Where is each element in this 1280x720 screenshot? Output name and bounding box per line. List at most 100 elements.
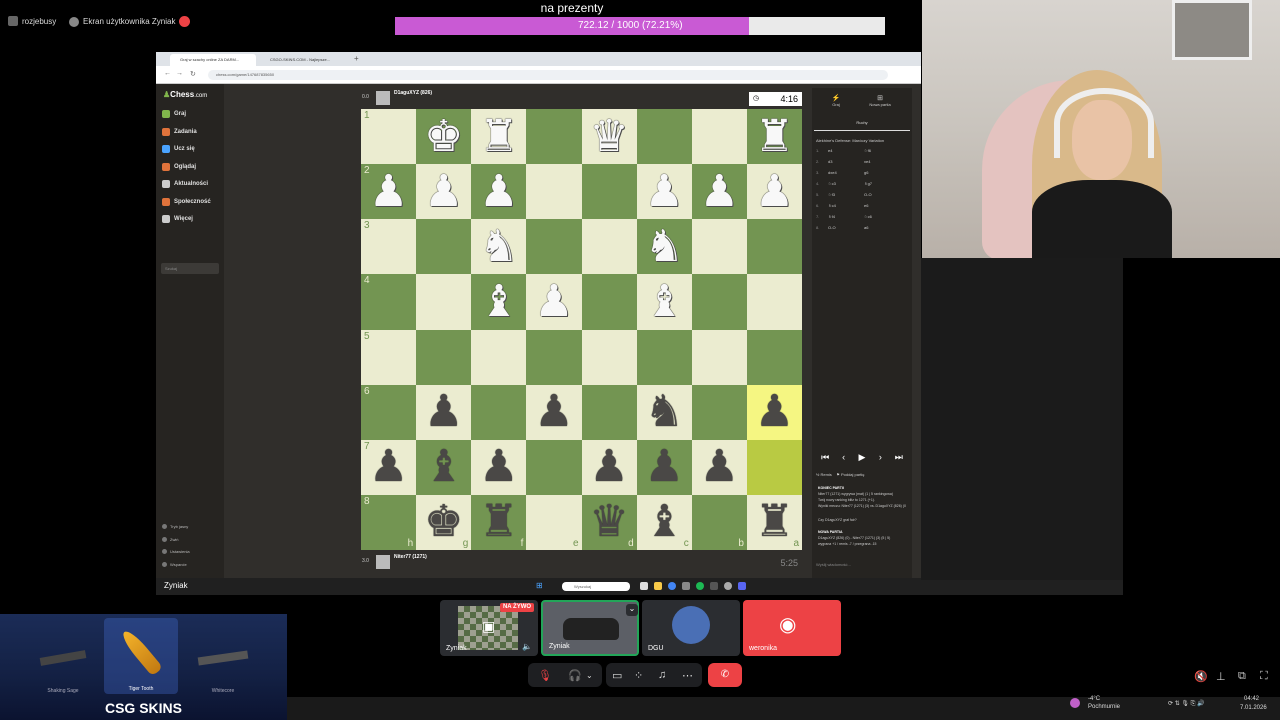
black-pawn-icon[interactable]: ♟ (479, 445, 518, 489)
board-square[interactable]: ♜ (471, 109, 527, 165)
tab-new-game[interactable]: ⊞ Nowa partia (860, 94, 900, 107)
chevron-down-icon[interactable]: ⌄ (626, 604, 638, 616)
url-input[interactable]: chess.com/game/147687835650 (208, 70, 888, 80)
app-icon[interactable] (724, 582, 732, 590)
screen-share-icon[interactable]: ▭ (612, 669, 622, 682)
black-move[interactable]: ♘f6 (864, 148, 871, 153)
white-rook-icon[interactable]: ♜ (755, 114, 794, 159)
board-square[interactable]: 3 (361, 219, 417, 275)
board-square[interactable]: ♞ (471, 219, 527, 275)
board-square[interactable]: ♝ (636, 274, 692, 330)
black-rook-icon[interactable]: ♜ (479, 500, 518, 544)
sidebar-search-input[interactable]: Szukaj (161, 263, 219, 274)
headphones-icon[interactable]: 🎧 (568, 669, 582, 682)
chrome-icon[interactable] (668, 582, 676, 590)
board-square[interactable]: ♛ (581, 109, 637, 165)
board-square[interactable] (471, 329, 527, 385)
black-move[interactable]: ♗g7 (864, 181, 872, 186)
board-square[interactable] (746, 274, 802, 330)
mic-muted-icon[interactable]: 🎙 (538, 669, 552, 682)
white-move[interactable]: ♗c4 (828, 203, 864, 208)
board-square[interactable] (471, 384, 527, 440)
white-move[interactable]: ♘c3 (828, 181, 864, 186)
sidebar-item-3[interactable]: Ucz się (162, 145, 195, 153)
board-square[interactable]: g ♚ (416, 494, 472, 550)
tab-csgo[interactable]: CSGO-SKINS.COM - Najlepsze... (260, 54, 346, 66)
white-bishop-icon[interactable]: ♝ (644, 279, 683, 324)
mute-icon[interactable]: 🔇 (1194, 670, 1208, 683)
reload-icon[interactable]: ↻ (190, 70, 196, 78)
board-square[interactable]: 4 (361, 274, 417, 330)
player-top-avatar[interactable] (376, 91, 390, 105)
white-move[interactable]: O-O (828, 225, 864, 230)
black-pawn-icon[interactable]: ♟ (589, 445, 628, 489)
board-square[interactable] (746, 439, 802, 495)
board-square[interactable]: b (691, 494, 747, 550)
sidebar-bottom-item[interactable]: Ustawienia (162, 549, 190, 554)
sidebar-item-2[interactable]: Zadania (162, 127, 197, 136)
app-icon[interactable] (710, 582, 718, 590)
prev-move-icon[interactable]: ‹ (834, 452, 852, 462)
video-tile-dgu[interactable]: DGU (642, 600, 740, 656)
white-knight-icon[interactable]: ♞ (479, 224, 518, 269)
black-pawn-icon[interactable]: ♟ (424, 390, 463, 434)
clock-date[interactable]: 7.01.2026 (1240, 705, 1267, 711)
board-square[interactable] (526, 219, 582, 275)
black-move[interactable]: O-O (864, 192, 872, 197)
sidebar-item-6[interactable]: Społeczność (162, 197, 211, 206)
white-queen-icon[interactable]: ♛ (589, 114, 628, 159)
black-pawn-icon[interactable]: ♟ (534, 390, 573, 434)
popout-icon[interactable]: ⧉ (1238, 670, 1246, 683)
board-square[interactable] (691, 219, 747, 275)
board-square[interactable]: 5 (361, 329, 417, 385)
board-square[interactable]: ♟ (416, 384, 472, 440)
white-pawn-icon[interactable]: ♟ (755, 169, 794, 214)
resign-button[interactable]: ⚑ Poddaj partię (836, 472, 864, 477)
spotify-icon[interactable] (696, 582, 704, 590)
board-square[interactable] (691, 274, 747, 330)
tab-play[interactable]: ⚡ Graj (816, 94, 856, 107)
board-square[interactable]: ♞ (636, 384, 692, 440)
board-square[interactable]: ♟ (746, 164, 802, 220)
new-tab-icon[interactable]: + (354, 54, 359, 63)
black-bishop-icon[interactable]: ♝ (644, 500, 683, 544)
board-square[interactable]: 6 (361, 384, 417, 440)
board-square[interactable] (526, 329, 582, 385)
player-bottom-name[interactable]: Niter77 (1271) (394, 554, 427, 560)
board-square[interactable] (581, 329, 637, 385)
csgo-skins-banner[interactable]: Shaking Sage Tiger Tooth Whitecore CSG S… (0, 614, 287, 720)
board-square[interactable]: 2 ♟ (361, 164, 417, 220)
board-square[interactable] (526, 439, 582, 495)
volume-icon[interactable]: 🔈 (522, 642, 532, 651)
board-square[interactable]: f ♜ (471, 494, 527, 550)
first-move-icon[interactable]: ⏮ (816, 452, 834, 463)
board-square[interactable]: ♟ (691, 164, 747, 220)
pin-icon[interactable]: ⊥ (1216, 670, 1226, 683)
sidebar-item-4[interactable]: Oglądaj (162, 162, 196, 171)
clock-time[interactable]: 04:42 (1244, 696, 1259, 702)
board-square[interactable] (416, 329, 472, 385)
player-top-name[interactable]: D1aguXYZ (826) (394, 90, 432, 96)
black-pawn-icon[interactable]: ♟ (644, 445, 683, 489)
white-move[interactable]: ♘f3 (828, 192, 864, 197)
board-square[interactable]: ♟ (581, 439, 637, 495)
last-move-icon[interactable]: ⏭ (890, 452, 908, 463)
board-square[interactable] (691, 384, 747, 440)
board-square[interactable]: ♞ (636, 219, 692, 275)
soundboard-icon[interactable]: ♫ (658, 669, 666, 681)
player-bottom-avatar[interactable] (376, 555, 390, 569)
activities-icon[interactable]: ⁘ (634, 669, 643, 682)
sidebar-bottom-item[interactable]: Zwiń (162, 536, 178, 542)
board-square[interactable]: 8h (361, 494, 417, 550)
board-square[interactable]: e (526, 494, 582, 550)
board-square[interactable] (526, 164, 582, 220)
board-square[interactable]: ♝ (416, 439, 472, 495)
board-square[interactable]: ♚ (416, 109, 472, 165)
white-pawn-icon[interactable]: ♟ (424, 169, 463, 214)
white-pawn-icon[interactable]: ♟ (479, 169, 518, 214)
draw-button[interactable]: ½ Remis (816, 472, 832, 477)
white-pawn-icon[interactable]: ♟ (644, 169, 683, 214)
task-view-icon[interactable] (640, 582, 648, 590)
sidebar-item-7[interactable]: Więcej (162, 215, 193, 223)
sidebar-bottom-item[interactable]: Tryb jasny (162, 524, 188, 529)
